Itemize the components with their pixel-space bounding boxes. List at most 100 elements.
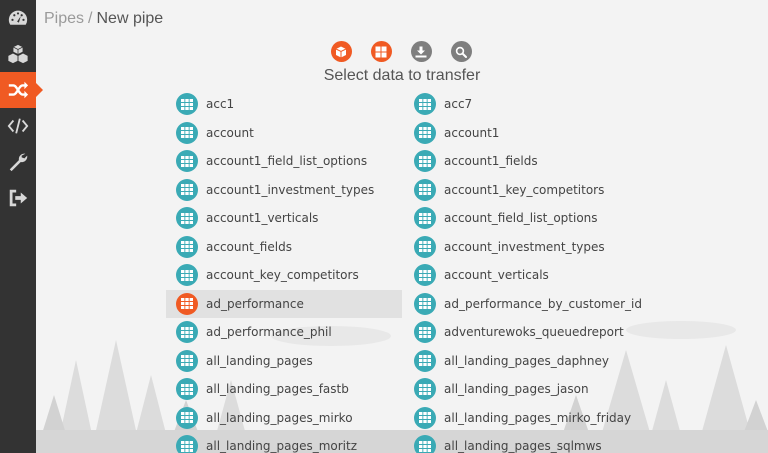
table-grid-icon — [176, 435, 198, 453]
table-row-label: adventurewoks_queuedreport — [444, 325, 624, 340]
table-row-label: account1_verticals — [206, 211, 319, 226]
table-row[interactable]: ad_performance_phil — [166, 318, 402, 347]
speedometer-icon — [8, 10, 28, 25]
table-row[interactable]: ad_performance_by_customer_id — [402, 290, 642, 319]
table-row[interactable]: account1_fields — [402, 147, 638, 176]
table-row[interactable]: all_landing_pages_sqlmws — [402, 432, 638, 453]
table-grid-icon — [414, 178, 436, 201]
sidebar-item-dashboard[interactable] — [0, 0, 36, 36]
download-icon — [415, 46, 427, 57]
table-row[interactable]: all_landing_pages_mirko_friday — [402, 404, 638, 433]
table-row-label: account_key_competitors — [206, 268, 359, 283]
table-row[interactable]: all_landing_pages_mirko — [166, 404, 402, 433]
table-row[interactable]: account_key_competitors — [166, 261, 402, 290]
sidebar-item-pipes[interactable] — [0, 72, 43, 108]
page-title: New pipe — [96, 10, 164, 27]
table-row[interactable]: account1_field_list_options — [166, 147, 402, 176]
table-grid-icon — [176, 207, 198, 230]
table-row[interactable]: account — [166, 119, 402, 148]
table-row-label: ad_performance_by_customer_id — [444, 296, 642, 311]
grid-icon — [375, 46, 387, 57]
table-row-label: all_landing_pages_mirko — [206, 410, 353, 425]
sidebar-item-code[interactable] — [0, 108, 36, 144]
breadcrumb-separator: / — [88, 10, 93, 27]
table-row[interactable]: all_landing_pages_fastb — [166, 375, 402, 404]
table-row[interactable]: ad_performance — [166, 289, 402, 318]
table-grid-icon — [414, 378, 436, 401]
table-row-label: account1_investment_types — [206, 182, 375, 197]
table-grid-icon — [176, 406, 198, 429]
table-row[interactable]: account_field_list_options — [402, 204, 638, 233]
table-row[interactable]: all_landing_pages_jason — [402, 375, 638, 404]
table-grid-icon — [176, 321, 198, 344]
table-row[interactable]: adventurewoks_queuedreport — [402, 318, 638, 347]
table-row-label: all_landing_pages_sqlmws — [444, 439, 602, 453]
table-row[interactable]: account_investment_types — [402, 233, 638, 262]
table-grid-icon — [176, 349, 198, 372]
table-grid-icon — [414, 264, 436, 287]
shuffle-icon — [8, 81, 29, 99]
table-row[interactable]: account1_verticals — [166, 204, 402, 233]
breadcrumb: Pipes / New pipe — [44, 10, 163, 28]
table-row[interactable]: all_landing_pages_daphney — [402, 347, 638, 376]
table-grid-icon — [176, 150, 198, 173]
code-icon — [7, 118, 29, 134]
table-grid-icon — [176, 292, 198, 315]
sidebar — [0, 0, 43, 453]
table-row-label: all_landing_pages — [206, 353, 313, 368]
table-grid-icon — [414, 435, 436, 453]
table-grid-icon — [176, 264, 198, 287]
table-row-label: account_field_list_options — [444, 211, 598, 226]
table-row[interactable]: acc1 — [166, 90, 402, 119]
table-row-label: ad_performance — [206, 296, 304, 311]
table-row[interactable]: all_landing_pages_moritz — [166, 432, 402, 453]
table-row-label: account — [206, 125, 254, 140]
table-grid-icon — [176, 93, 198, 116]
sidebar-item-settings[interactable] — [0, 144, 36, 180]
step-destination[interactable] — [410, 41, 432, 62]
table-row-label: account_verticals — [444, 268, 549, 283]
table-row[interactable]: all_landing_pages — [166, 347, 402, 376]
table-grid-icon — [414, 235, 436, 258]
wizard-steps — [0, 41, 768, 62]
table-row-label: all_landing_pages_fastb — [206, 382, 349, 397]
table-grid-icon — [414, 321, 436, 344]
sidebar-item-logout[interactable] — [0, 180, 36, 216]
table-list: acc1 acc7 account account1 account1_field_li… — [166, 90, 642, 453]
table-row-label: account1_fields — [444, 154, 538, 169]
table-grid-icon — [176, 178, 198, 201]
table-row-label: all_landing_pages_moritz — [206, 439, 358, 453]
wrench-icon — [9, 153, 28, 172]
table-row-label: all_landing_pages_jason — [444, 382, 589, 397]
table-grid-icon — [176, 235, 198, 258]
table-row[interactable]: account_verticals — [402, 261, 638, 290]
step-review[interactable] — [450, 41, 472, 62]
table-grid-icon — [414, 150, 436, 173]
table-grid-icon — [176, 378, 198, 401]
table-grid-icon — [414, 121, 436, 144]
table-row[interactable]: account_fields — [166, 233, 402, 262]
cube-icon — [335, 46, 347, 57]
table-row-label: all_landing_pages_daphney — [444, 353, 609, 368]
table-grid-icon — [414, 349, 436, 372]
step-data[interactable] — [370, 41, 392, 62]
table-grid-icon — [414, 207, 436, 230]
table-row-label: account1_key_competitors — [444, 182, 605, 197]
table-row[interactable]: acc7 — [402, 90, 638, 119]
table-row-label: acc7 — [444, 97, 473, 112]
table-row[interactable]: account1_investment_types — [166, 176, 402, 205]
step-source[interactable] — [330, 41, 352, 62]
sign-out-icon — [9, 189, 28, 207]
table-grid-icon — [414, 93, 436, 116]
table-grid-icon — [414, 406, 436, 429]
table-row[interactable]: account1_key_competitors — [402, 176, 638, 205]
table-grid-icon — [414, 292, 436, 315]
section-heading: Select data to transfer — [323, 67, 481, 84]
table-row-label: ad_performance_phil — [206, 325, 332, 340]
table-row[interactable]: account1 — [402, 119, 638, 148]
search-icon — [455, 46, 467, 58]
table-row-label: account1 — [444, 125, 500, 140]
breadcrumb-pipes-link[interactable]: Pipes — [44, 10, 84, 27]
table-grid-icon — [176, 121, 198, 144]
table-row-label: account1_field_list_options — [206, 154, 368, 169]
